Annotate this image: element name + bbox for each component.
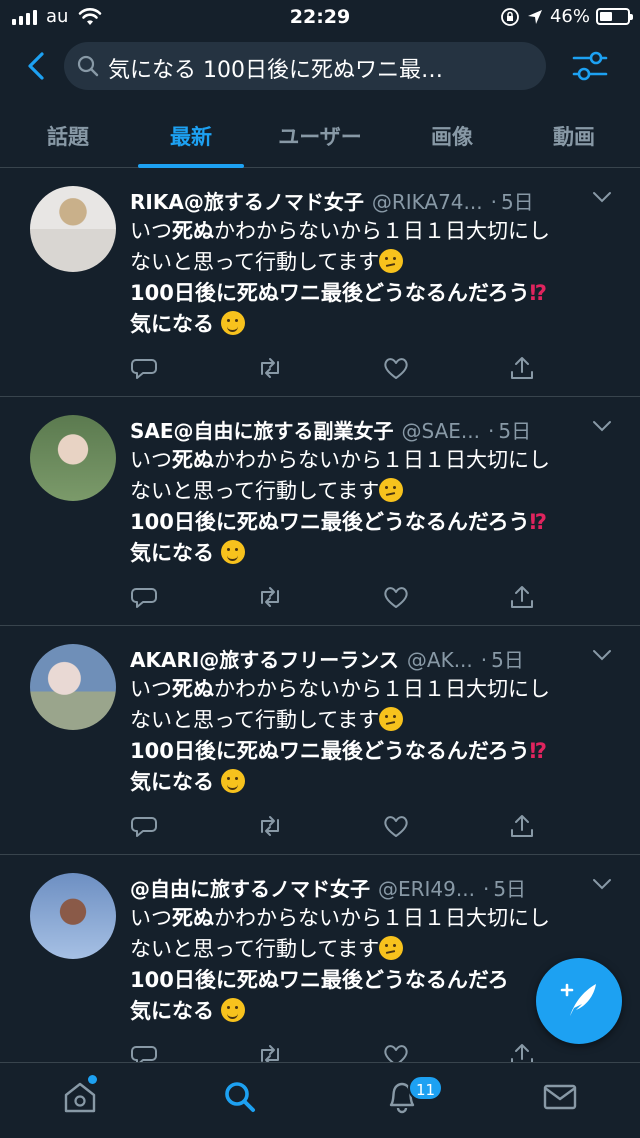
notification-count-badge: 11: [408, 1075, 444, 1101]
tweet-time: 5日: [493, 877, 527, 901]
bottom-navigation: 11: [0, 1062, 640, 1138]
tweet-text: いつ死ぬかわからないから１日１日大切にし ないと思って行動してます 100日後に…: [130, 219, 550, 336]
chevron-down-icon[interactable]: [592, 648, 612, 662]
new-content-dot: [88, 1075, 97, 1084]
tweet-author-handle: @RIKA74...: [371, 190, 483, 214]
tweet[interactable]: RIKA@旅するノマド女子 @RIKA74... · 5日 いつ死ぬかわからない…: [0, 168, 640, 397]
avatar[interactable]: [30, 415, 116, 501]
tweet-author-name[interactable]: SAE@自由に旅する副業女子: [130, 415, 394, 444]
tweet[interactable]: SAE@自由に旅する副業女子 @SAE... · 5日 いつ死ぬかわからないから…: [0, 397, 640, 626]
reply-icon[interactable]: [130, 812, 158, 840]
share-icon[interactable]: [508, 583, 536, 611]
battery-icon: [596, 8, 633, 25]
tab-videos[interactable]: 動画: [526, 104, 622, 168]
avatar[interactable]: [30, 873, 116, 959]
search-icon: [77, 55, 99, 77]
tweet-author-handle: @SAE...: [401, 419, 481, 443]
reply-icon[interactable]: [130, 354, 158, 382]
retweet-icon[interactable]: [256, 354, 284, 382]
messages-envelope-icon[interactable]: [540, 1077, 580, 1117]
avatar[interactable]: [30, 186, 116, 272]
thinking-face-icon: [379, 936, 404, 960]
tweet-actions: [130, 354, 550, 384]
reply-icon[interactable]: [130, 583, 158, 611]
location-icon: [527, 9, 542, 24]
retweet-icon[interactable]: [256, 812, 284, 840]
tweet-text: いつ死ぬかわからないから１日１日大切にし ないと思って行動してます 100日後に…: [130, 677, 550, 794]
orientation-lock-icon: [501, 7, 519, 26]
thinking-face-icon: [379, 249, 404, 273]
chevron-down-icon[interactable]: [592, 877, 612, 891]
battery-percent: 46%: [549, 6, 590, 27]
tweet-author-name[interactable]: @自由に旅するノマド女子: [130, 873, 370, 902]
thinking-face-icon: [379, 478, 404, 502]
tweet[interactable]: AKARI@旅するフリーランス @AK... · 5日 いつ死ぬかわからないから…: [0, 626, 640, 855]
tweet-time: 5日: [491, 648, 524, 672]
like-heart-icon[interactable]: [382, 583, 410, 611]
search-query: 気になる 100日後に死ぬワニ最…: [108, 58, 443, 83]
compose-tweet-button[interactable]: [536, 958, 622, 1044]
share-icon[interactable]: [508, 812, 536, 840]
tweet-time: 5日: [500, 190, 534, 214]
separator-dot: ·: [488, 419, 495, 443]
separator-dot: ·: [482, 877, 490, 901]
tweet-author-name[interactable]: AKARI@旅するフリーランス: [130, 644, 399, 673]
feather-plus-icon: [560, 983, 596, 1016]
share-icon[interactable]: [508, 354, 536, 382]
chevron-down-icon[interactable]: [592, 190, 612, 204]
avatar[interactable]: [30, 644, 116, 730]
tweet-time: 5日: [498, 419, 532, 443]
exclamation-question-icon: ⁉: [529, 510, 547, 534]
winking-face-icon: [220, 769, 245, 793]
like-heart-icon[interactable]: [382, 354, 410, 382]
tweet-text: いつ死ぬかわからないから１日１日大切にし ないと思って行動してます 100日後に…: [130, 448, 550, 565]
tweet[interactable]: @自由に旅するノマド女子 @ERI49... · 5日 いつ死ぬかわからないから…: [0, 855, 640, 1084]
search-header: 気になる 100日後に死ぬワニ最…: [0, 38, 640, 94]
tweet-author-name[interactable]: RIKA@旅するノマド女子: [130, 186, 364, 215]
separator-dot: ·: [480, 648, 488, 672]
winking-face-icon: [220, 540, 245, 564]
chevron-down-icon[interactable]: [592, 419, 612, 433]
tweet-actions: [130, 812, 550, 842]
tab-people[interactable]: ユーザー: [262, 104, 378, 168]
filter-sliders-icon[interactable]: [570, 46, 610, 86]
retweet-icon[interactable]: [256, 583, 284, 611]
back-chevron-icon[interactable]: [20, 48, 56, 84]
search-input[interactable]: 気になる 100日後に死ぬワニ最…: [64, 42, 546, 90]
exclamation-question-icon: ⁉: [529, 739, 547, 763]
like-heart-icon[interactable]: [382, 812, 410, 840]
exclamation-question-icon: ⁉: [529, 281, 547, 305]
tab-latest[interactable]: 最新: [138, 104, 244, 168]
tweet-author-handle: @ERI49...: [378, 877, 475, 901]
search-tab-icon[interactable]: [220, 1077, 260, 1117]
status-bar: au 22:29 46%: [0, 0, 640, 34]
tab-photos[interactable]: 画像: [404, 104, 500, 168]
tweet-author-handle: @AK...: [406, 648, 473, 672]
tab-top[interactable]: 話題: [20, 104, 116, 168]
winking-face-icon: [220, 998, 245, 1022]
separator-dot: ·: [490, 190, 497, 214]
tweet-actions: [130, 583, 550, 613]
search-tabs: 話題 最新 ユーザー 画像 動画: [0, 104, 640, 168]
winking-face-icon: [220, 311, 245, 335]
thinking-face-icon: [379, 707, 404, 731]
